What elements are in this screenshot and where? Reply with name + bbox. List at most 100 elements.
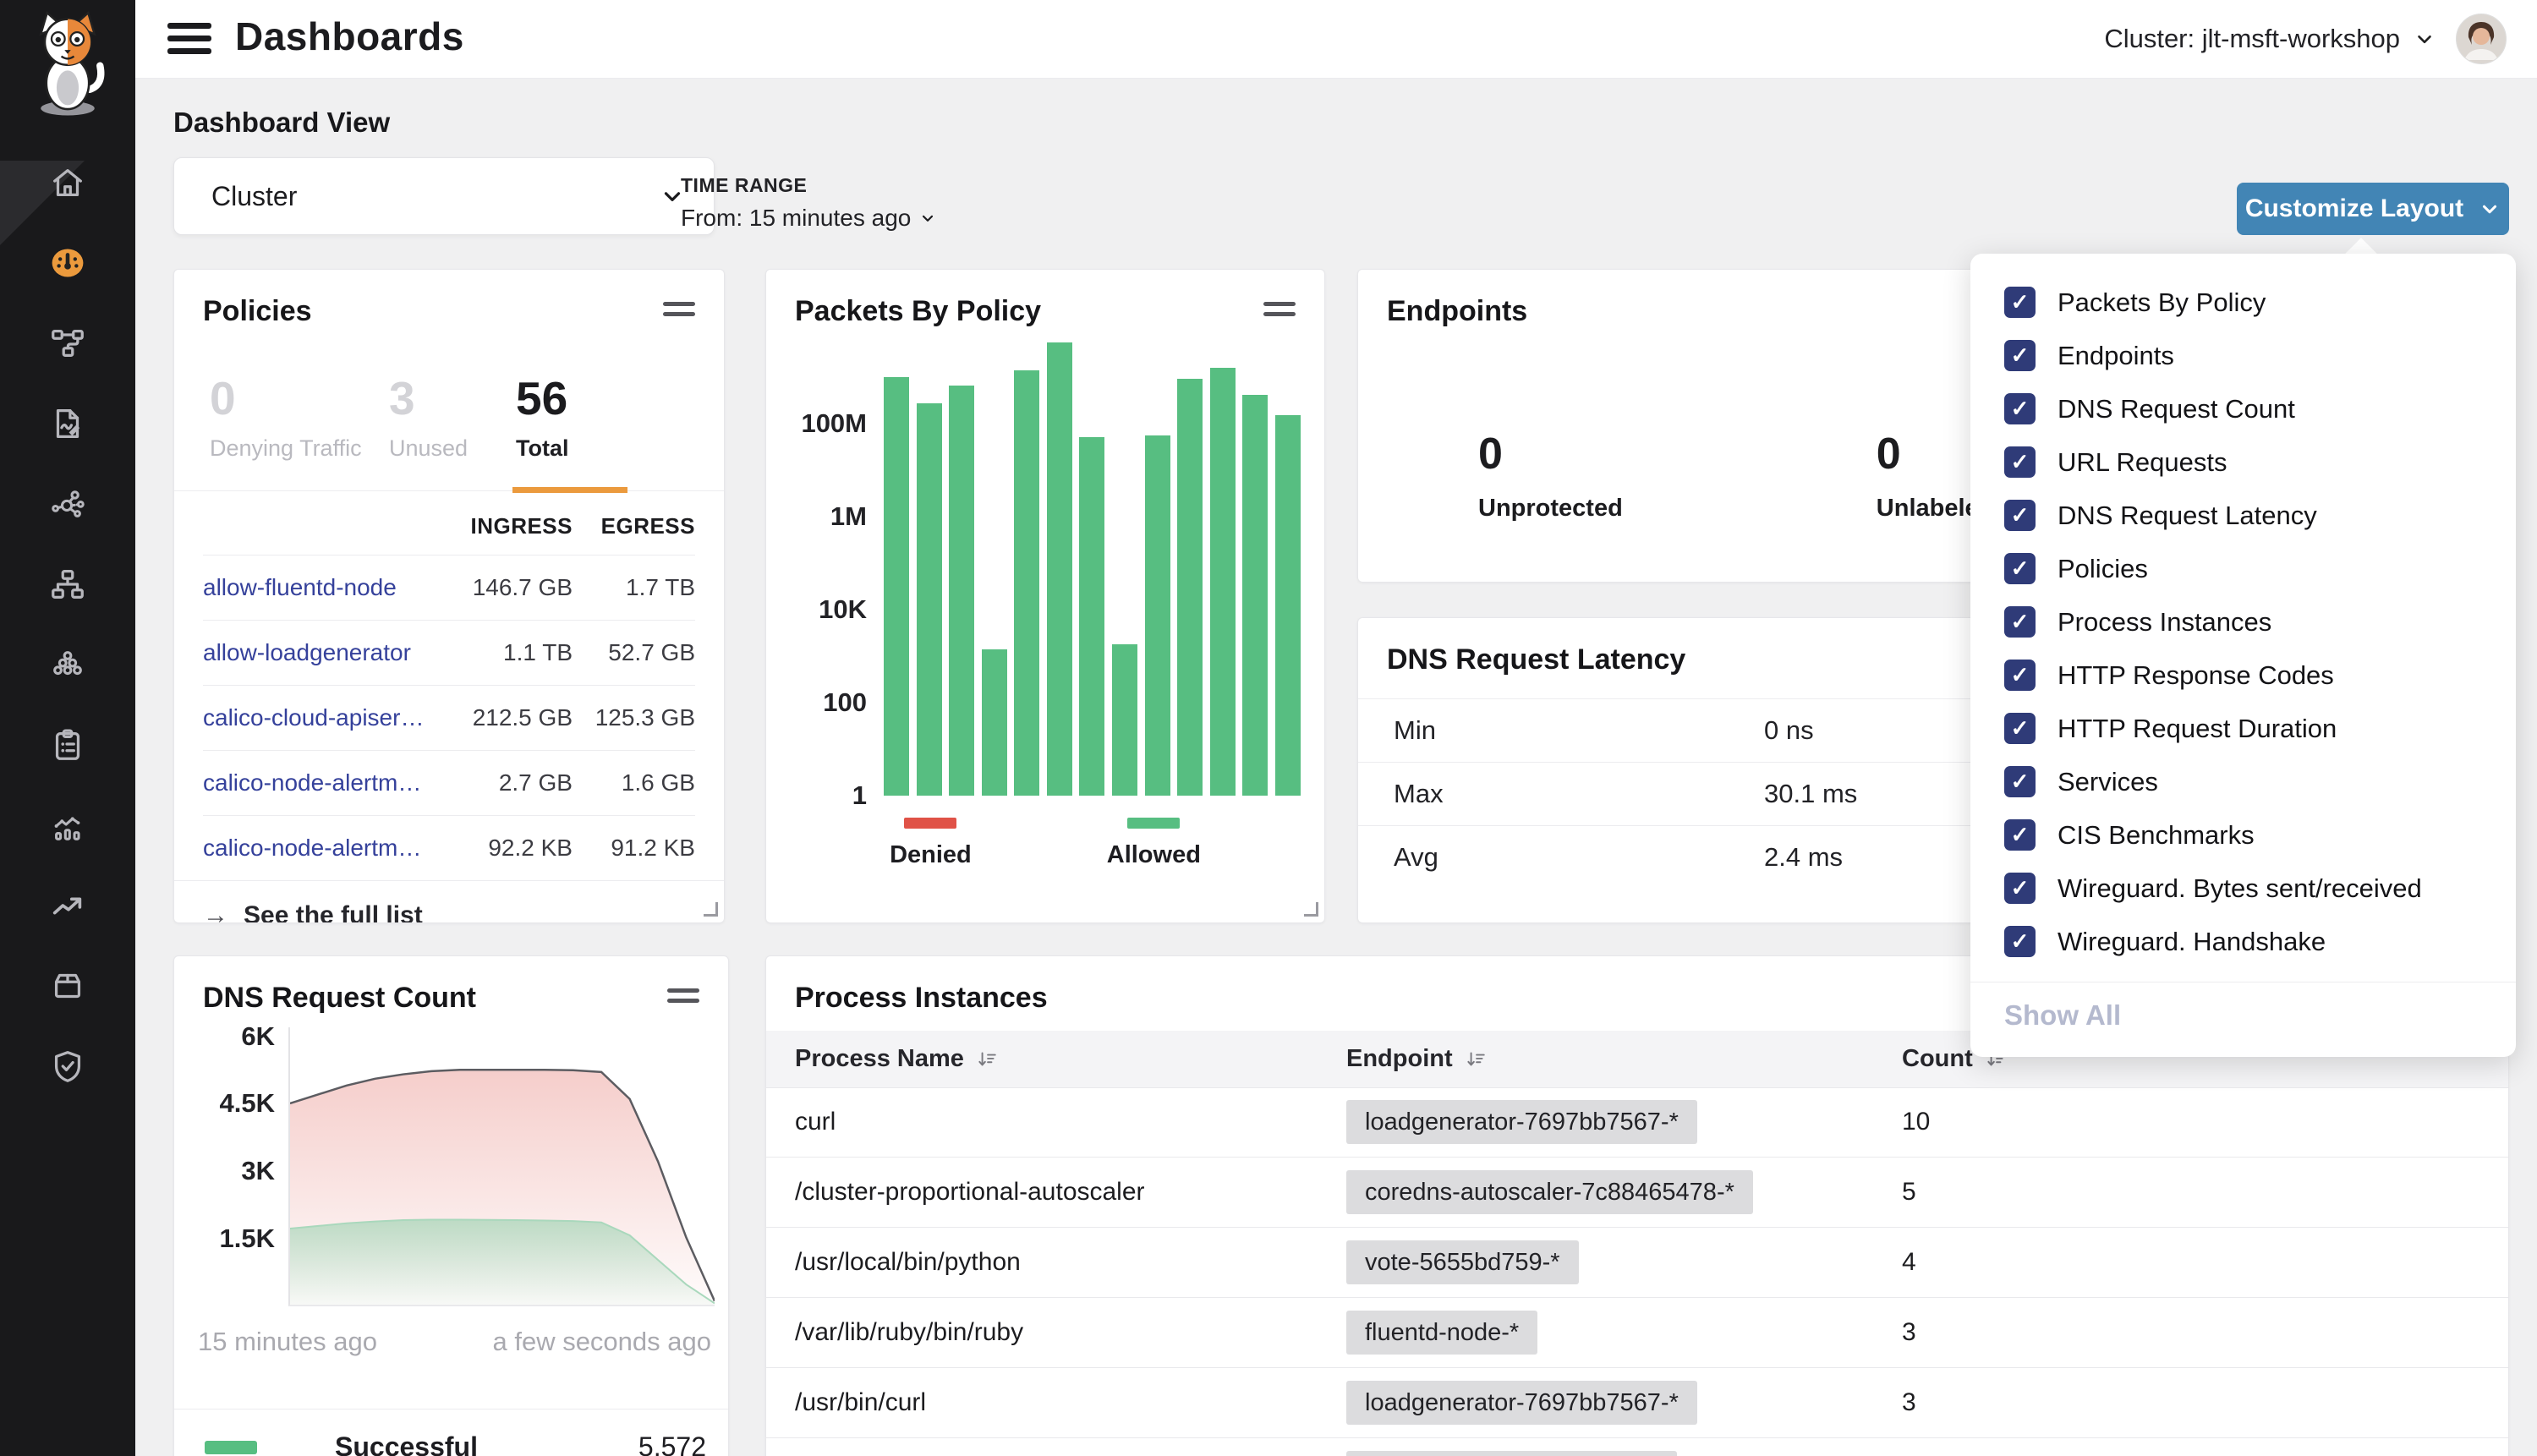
cluster-selector[interactable]: Cluster: jlt-msft-workshop [2104, 24, 2436, 54]
packets-card-title: Packets By Policy [795, 295, 1041, 328]
checkbox-checked[interactable]: ✓ [2004, 287, 2036, 318]
layout-menu-item[interactable]: ✓HTTP Request Duration [1970, 702, 2516, 755]
policy-link[interactable]: allow-loadgenerator [203, 639, 441, 666]
process-name: curl [766, 1108, 1346, 1136]
layout-menu-item[interactable]: ✓URL Requests [1970, 435, 2516, 489]
endpoint-cell: coredns-autoscaler-7c88465478-* [1346, 1178, 1902, 1207]
resize-handle[interactable] [1304, 902, 1318, 917]
ingress-value: 92.2 KB [441, 835, 573, 862]
sidebar-item-analytics[interactable] [47, 805, 88, 846]
y-axis-tick: 6K [241, 1021, 275, 1052]
policy-link[interactable]: calico-cloud-apiserver-… [203, 704, 441, 731]
column-header-egress[interactable]: EGRESS [573, 513, 695, 539]
policy-link[interactable]: allow-fluentd-node [203, 574, 441, 601]
allowed-bar [1079, 437, 1104, 796]
process-name: /cluster-proportional-autoscaler [766, 1178, 1346, 1207]
sidebar-item-compliance-reports[interactable] [47, 725, 88, 765]
y-axis-tick: 100 [823, 687, 867, 718]
x-axis-start-label: 15 minutes ago [198, 1327, 377, 1357]
checkbox-checked[interactable]: ✓ [2004, 446, 2036, 478]
policy-link[interactable]: calico-node-alertmana… [203, 835, 441, 862]
layout-menu-item[interactable]: ✓HTTP Response Codes [1970, 649, 2516, 702]
arrow-right-icon: → [203, 901, 228, 923]
allowed-bar [1210, 368, 1236, 796]
layout-menu-item[interactable]: ✓DNS Request Count [1970, 382, 2516, 435]
checkbox-checked[interactable]: ✓ [2004, 660, 2036, 691]
see-full-list-link[interactable]: → See the full list [174, 880, 724, 923]
count-value: 5 [1902, 1178, 2508, 1207]
endpoint-chip: vote-5655bd759-* [1346, 1240, 1579, 1284]
drag-handle-icon[interactable] [1263, 295, 1296, 322]
checkbox-checked[interactable]: ✓ [2004, 819, 2036, 851]
layout-menu-item[interactable]: ✓Endpoints [1970, 329, 2516, 382]
sidebar-item-policy-tiers[interactable] [47, 323, 88, 364]
stat-total[interactable]: 56 Total [516, 375, 569, 462]
legend-label: Allowed [1107, 841, 1201, 869]
calico-cat-logo[interactable] [20, 7, 115, 123]
checkbox-checked[interactable]: ✓ [2004, 553, 2036, 584]
policies-card-title: Policies [203, 295, 312, 328]
endpoint-chip: loadgenerator-7697bb7567-* [1346, 1100, 1697, 1144]
layout-menu-item[interactable]: ✓DNS Request Latency [1970, 489, 2516, 542]
process-row: /usr/bin/curlloadgenerator-7697bb7567-*3 [766, 1368, 2508, 1438]
checkbox-checked[interactable]: ✓ [2004, 873, 2036, 904]
ingress-value: 1.1 TB [441, 639, 573, 666]
menu-item-label: Process Instances [2058, 607, 2271, 638]
sidebar-item-policy-recommendations[interactable] [47, 403, 88, 444]
process-card-title: Process Instances [795, 982, 1048, 1015]
layout-menu-item[interactable]: ✓Policies [1970, 542, 2516, 595]
sidebar-item-clusters[interactable] [47, 644, 88, 685]
dashboard-view-select[interactable]: Cluster [173, 157, 715, 235]
checkbox-checked[interactable]: ✓ [2004, 393, 2036, 424]
allowed-bar [1047, 342, 1072, 796]
time-range-value[interactable]: From: 15 minutes ago [681, 205, 936, 232]
sidebar-item-network-topology[interactable] [47, 564, 88, 605]
endpoint-cell: fluentd-node-* [1346, 1318, 1902, 1347]
policy-row: calico-node-alertmana…92.2 KB91.2 KB [203, 815, 695, 880]
latency-label: Max [1358, 779, 1444, 809]
sidebar-item-workloads[interactable] [47, 966, 88, 1006]
layout-menu-item[interactable]: ✓Wireguard. Bytes sent/received [1970, 862, 2516, 915]
sidebar-item-dashboards[interactable] [47, 243, 88, 283]
allowed-bar [884, 377, 909, 796]
sidebar-item-service-graph[interactable] [47, 484, 88, 524]
policy-link[interactable]: calico-node-alertmana… [203, 769, 441, 796]
layout-menu-item[interactable]: ✓ Packets By Policy [1970, 276, 2516, 329]
layout-menu-item[interactable]: ✓Wireguard. Handshake [1970, 915, 2516, 968]
checkbox-checked[interactable]: ✓ [2004, 766, 2036, 797]
column-header-endpoint[interactable]: Endpoint [1346, 1045, 1902, 1073]
drag-handle-icon[interactable] [667, 982, 699, 1009]
hamburger-menu-icon[interactable] [167, 23, 211, 61]
sidebar-item-home[interactable] [47, 162, 88, 203]
checkbox-checked[interactable]: ✓ [2004, 606, 2036, 638]
layout-menu-item[interactable]: ✓CIS Benchmarks [1970, 808, 2516, 862]
allowed-bar [917, 403, 942, 796]
customize-layout-button[interactable]: Customize Layout [2237, 183, 2509, 235]
column-header-ingress[interactable]: INGRESS [441, 513, 573, 539]
checkbox-checked[interactable]: ✓ [2004, 713, 2036, 744]
checkbox-checked[interactable]: ✓ [2004, 500, 2036, 531]
column-header-process-name[interactable]: Process Name [766, 1045, 1346, 1073]
legend-item: Denied [890, 818, 972, 869]
checkbox-checked[interactable]: ✓ [2004, 340, 2036, 371]
resize-handle[interactable] [704, 902, 718, 917]
allowed-bar [1275, 415, 1301, 796]
latency-label: Avg [1358, 842, 1438, 873]
user-avatar[interactable] [2456, 14, 2507, 64]
endpoints-card-title: Endpoints [1387, 295, 1527, 328]
shield-check-icon [48, 1047, 87, 1086]
sidebar-item-activity[interactable] [47, 885, 88, 926]
home-icon [48, 163, 87, 202]
time-range-control: TIME RANGE From: 15 minutes ago [681, 174, 936, 232]
process-row: curlloadgenerator-7697bb7567-*10 [766, 1087, 2508, 1158]
drag-handle-icon[interactable] [663, 295, 695, 322]
sidebar-item-security[interactable] [47, 1046, 88, 1087]
view-select-value: Cluster [211, 181, 297, 212]
show-all-option[interactable]: Show All [1970, 983, 2516, 1032]
menu-item-label: Packets By Policy [2058, 287, 2266, 318]
layout-menu-item[interactable]: ✓Services [1970, 755, 2516, 808]
checkbox-checked[interactable]: ✓ [2004, 926, 2036, 957]
egress-value: 125.3 GB [573, 704, 695, 731]
layout-menu-item[interactable]: ✓ Process Instances [1970, 595, 2516, 649]
process-row: /var/lib/ruby/bin/rubyfluentd-node-*3 [766, 1298, 2508, 1368]
